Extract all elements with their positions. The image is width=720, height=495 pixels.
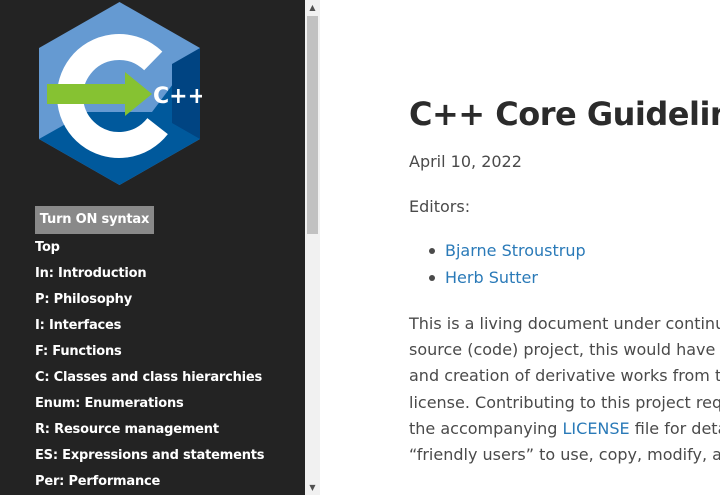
sidebar-item-enumerations[interactable]: Enum: Enumerations: [35, 392, 264, 418]
sidebar-item-classes[interactable]: C: Classes and class hierarchies: [35, 366, 264, 392]
editor-link-stroustrup[interactable]: Bjarne Stroustrup: [445, 241, 586, 260]
sidebar-item-expressions[interactable]: ES: Expressions and statements: [35, 444, 265, 470]
scroll-down-icon[interactable]: ▼: [305, 480, 320, 495]
list-item: Herb Sutter: [409, 267, 586, 294]
bullet-icon: [429, 248, 435, 254]
sidebar-item-introduction[interactable]: In: Introduction: [35, 262, 264, 288]
sidebar: C++ Turn ON syntax Top In: Introduction …: [0, 0, 305, 495]
sidebar-scrollbar[interactable]: ▲ ▼: [305, 0, 320, 495]
paragraph-line: “friendly users” to use, copy, modify, a…: [409, 445, 720, 465]
sidebar-item-resource-management[interactable]: R: Resource management: [35, 418, 264, 444]
paragraph-line: This is a living document under continuo: [409, 314, 720, 333]
list-item: Bjarne Stroustrup: [409, 240, 586, 267]
editors-label: Editors:: [409, 197, 471, 216]
license-link[interactable]: LICENSE: [563, 419, 630, 438]
paragraph-line: source (code) project, this would have b…: [409, 340, 720, 360]
publish-date: April 10, 2022: [409, 152, 522, 171]
editors-list: Bjarne Stroustrup Herb Sutter: [409, 240, 586, 294]
intro-paragraph: This is a living document under continuo…: [409, 311, 720, 468]
sidebar-item-top[interactable]: Top: [35, 236, 264, 262]
editor-link-sutter[interactable]: Herb Sutter: [445, 268, 538, 287]
paragraph-line: the accompanying LICENSE file for detail: [409, 416, 720, 442]
bullet-icon: [429, 275, 435, 281]
turn-on-syntax-button[interactable]: Turn ON syntax: [35, 206, 154, 234]
sidebar-item-interfaces[interactable]: I: Interfaces: [35, 314, 264, 340]
scroll-up-icon[interactable]: ▲: [305, 0, 320, 15]
sidebar-item-philosophy[interactable]: P: Philosophy: [35, 288, 264, 314]
page-title: C++ Core Guidelines: [409, 95, 720, 133]
scrollbar-thumb[interactable]: [307, 16, 318, 234]
paragraph-text: the accompanying: [409, 418, 563, 438]
paragraph-line: license. Contributing to this project re…: [409, 392, 720, 412]
sidebar-nav: Top In: Introduction P: Philosophy I: In…: [35, 236, 265, 495]
logo-arrow-shaft: [47, 84, 129, 104]
sidebar-item-functions[interactable]: F: Functions: [35, 340, 264, 366]
main-content: C++ Core Guidelines April 10, 2022 Edito…: [320, 0, 720, 495]
cpp-logo[interactable]: C++: [37, 2, 202, 185]
logo-plus-text: C++: [153, 84, 202, 109]
sidebar-item-performance[interactable]: Per: Performance: [35, 470, 264, 495]
paragraph-line: and creation of derivative works from th…: [409, 366, 720, 386]
paragraph-text: file for detail: [634, 418, 720, 438]
